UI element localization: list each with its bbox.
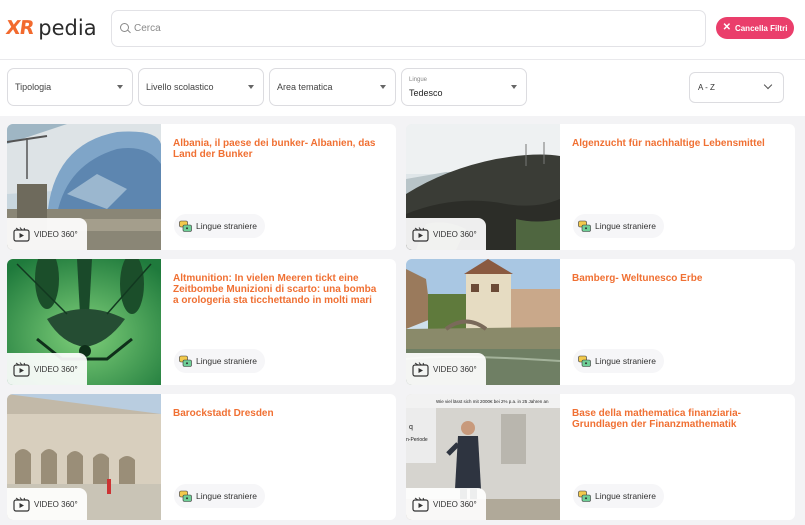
tag-label: Lingue straniere (595, 491, 656, 501)
video-360-icon (412, 226, 429, 242)
card-thumbnail[interactable]: VIDEO 360° (7, 124, 161, 250)
languages-icon (179, 490, 192, 502)
video-360-badge: VIDEO 360° (7, 218, 87, 250)
video-360-badge: VIDEO 360° (406, 218, 486, 250)
search-box[interactable] (111, 10, 706, 47)
livello-scolastico-dropdown[interactable]: Livello scolastico (138, 68, 264, 106)
badge-label: VIDEO 360° (34, 499, 78, 509)
languages-icon (578, 355, 591, 367)
card-thumbnail[interactable]: VIDEO 360° (406, 124, 560, 250)
caret-down-icon (248, 85, 254, 89)
logo-text: pedia (38, 16, 97, 40)
xrpedia-logo[interactable]: XR pedia (4, 14, 97, 42)
content-card[interactable]: VIDEO 360° Algenzucht für nachhaltige Le… (406, 124, 795, 250)
card-thumbnail[interactable]: VIDEO 360° (7, 394, 161, 520)
caret-down-icon (117, 85, 123, 89)
video-360-badge: VIDEO 360° (406, 353, 486, 385)
tag-label: Lingue straniere (196, 221, 257, 231)
slide-period-text: n-Periode (406, 437, 428, 443)
subject-tag[interactable]: Lingue straniere (174, 214, 265, 238)
caret-down-icon (511, 85, 517, 89)
subject-tag[interactable]: Lingue straniere (573, 214, 664, 238)
languages-icon (578, 490, 591, 502)
card-title[interactable]: Altmunition: In vielen Meeren tickt eine… (173, 273, 383, 306)
logo-mark: XR (4, 17, 35, 39)
lingue-dropdown[interactable]: Lingue Tedesco (401, 68, 527, 106)
caret-down-icon (380, 85, 386, 89)
card-title[interactable]: Algenzucht für nachhaltige Lebensmittel (572, 138, 782, 149)
lingue-label: Lingue (409, 77, 428, 83)
video-360-badge: VIDEO 360° (406, 488, 486, 520)
tag-label: Lingue straniere (196, 356, 257, 366)
tag-label: Lingue straniere (196, 491, 257, 501)
content-card[interactable]: Wie viel lässt sich mit 2000€ bei 2% p.a… (406, 394, 795, 520)
filter-bar: Tipologia Livello scolastico Area temati… (0, 60, 805, 116)
content-card[interactable]: VIDEO 360° Bamberg- Weltunesco Erbe Ling… (406, 259, 795, 385)
subject-tag[interactable]: Lingue straniere (573, 349, 664, 373)
card-title[interactable]: Base della mathematica finanziaria- Grun… (572, 408, 782, 430)
slide-q-text: q (409, 424, 413, 431)
video-360-badge: VIDEO 360° (7, 488, 87, 520)
sort-dropdown[interactable]: A - Z (689, 72, 784, 103)
card-thumbnail[interactable]: VIDEO 360° (7, 259, 161, 385)
badge-label: VIDEO 360° (34, 229, 78, 239)
area-label: Area tematica (277, 82, 333, 92)
video-360-icon (13, 496, 30, 512)
video-360-icon (13, 361, 30, 377)
content-card[interactable]: VIDEO 360° Albania, il paese dei bunker-… (7, 124, 396, 250)
badge-label: VIDEO 360° (433, 229, 477, 239)
clear-filters-label: Cancella Filtri (734, 23, 788, 33)
card-title[interactable]: Barockstadt Dresden (173, 408, 383, 419)
clear-filters-button[interactable]: ✕ Cancella Filtri (716, 17, 794, 39)
badge-label: VIDEO 360° (433, 364, 477, 374)
card-thumbnail[interactable]: Wie viel lässt sich mit 2000€ bei 2% p.a… (406, 394, 560, 520)
search-input[interactable] (134, 23, 694, 34)
video-360-icon (412, 496, 429, 512)
tipologia-label: Tipologia (15, 82, 52, 92)
badge-label: VIDEO 360° (34, 364, 78, 374)
card-title[interactable]: Bamberg- Weltunesco Erbe (572, 273, 782, 284)
slide-header-text: Wie viel lässt sich mit 2000€ bei 2% p.a… (436, 399, 549, 404)
languages-icon (179, 355, 192, 367)
tag-label: Lingue straniere (595, 221, 656, 231)
search-icon (120, 22, 132, 35)
sort-value: A - Z (698, 83, 715, 92)
chevron-down-icon (763, 80, 773, 90)
livello-label: Livello scolastico (146, 82, 214, 92)
subject-tag[interactable]: Lingue straniere (573, 484, 664, 508)
card-title[interactable]: Albania, il paese dei bunker- Albanien, … (173, 138, 383, 160)
content-card[interactable]: VIDEO 360° Barockstadt Dresden Lingue st… (7, 394, 396, 520)
app-header: XR pedia ✕ Cancella Filtri (0, 0, 805, 60)
video-360-badge: VIDEO 360° (7, 353, 87, 385)
card-thumbnail[interactable]: VIDEO 360° (406, 259, 560, 385)
content-card[interactable]: VIDEO 360° Altmunition: In vielen Meeren… (7, 259, 396, 385)
languages-icon (578, 220, 591, 232)
close-icon: ✕ (722, 22, 731, 33)
video-360-icon (13, 226, 30, 242)
languages-icon (179, 220, 192, 232)
tag-label: Lingue straniere (595, 356, 656, 366)
lingue-value: Tedesco (409, 88, 443, 98)
subject-tag[interactable]: Lingue straniere (174, 484, 265, 508)
video-360-icon (412, 361, 429, 377)
badge-label: VIDEO 360° (433, 499, 477, 509)
area-tematica-dropdown[interactable]: Area tematica (269, 68, 396, 106)
subject-tag[interactable]: Lingue straniere (174, 349, 265, 373)
tipologia-dropdown[interactable]: Tipologia (7, 68, 133, 106)
